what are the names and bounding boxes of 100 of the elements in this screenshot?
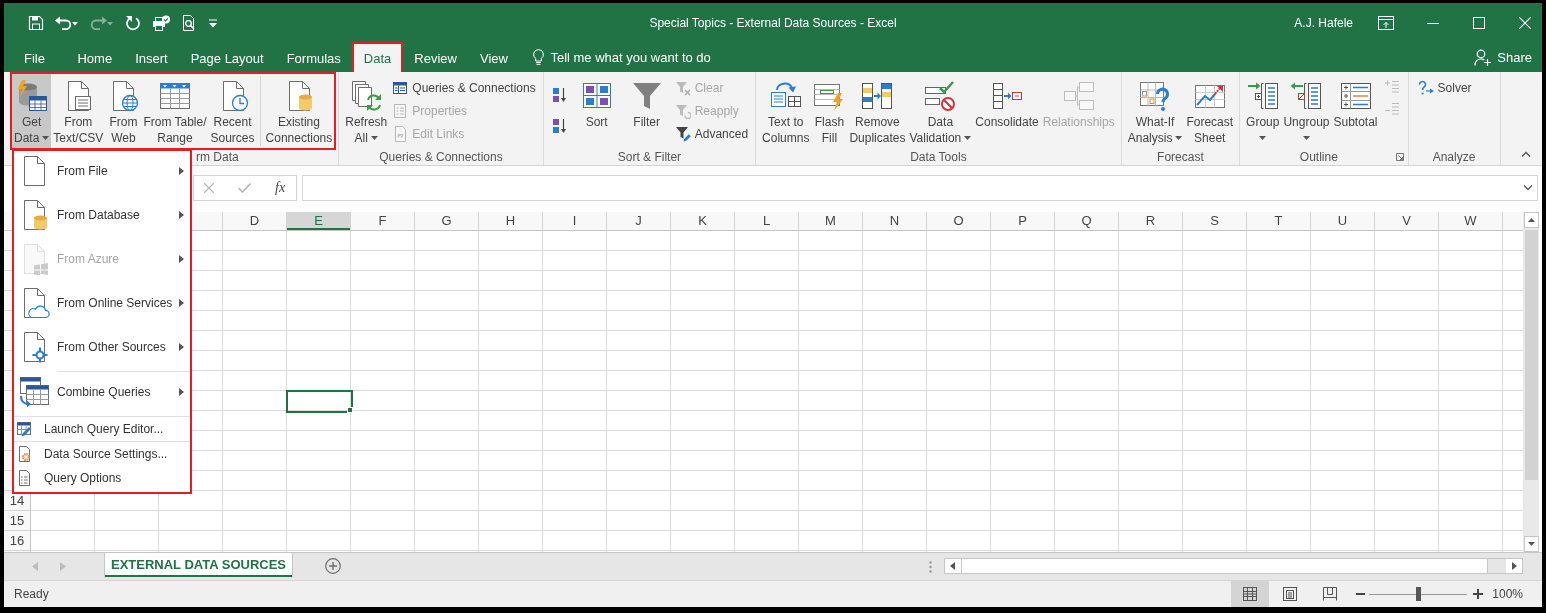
refresh-documents-icon (350, 80, 383, 112)
sort-ascending-icon[interactable] (551, 87, 568, 103)
group-label: Outline (1299, 150, 1338, 164)
column-header: O (927, 212, 991, 230)
ribbon-button[interactable]: Recent Sources (208, 74, 257, 148)
scrollbar-thumb[interactable] (1524, 230, 1538, 480)
menu-item[interactable]: Data Source Settings... (14, 442, 190, 466)
repeat-icon[interactable] (125, 14, 141, 31)
remove-duplicates-icon (861, 80, 894, 112)
zoom-slider-thumb[interactable] (1416, 587, 1422, 601)
column-header: T (1247, 212, 1311, 230)
reapply-filter-icon (674, 102, 691, 119)
save-icon[interactable] (28, 14, 44, 31)
column-header: W (1439, 212, 1503, 230)
scroll-right-icon[interactable] (1506, 559, 1522, 573)
menu-item[interactable]: Launch Query Editor... (14, 417, 190, 441)
printer-check-icon[interactable] (152, 14, 170, 31)
clear-filter-icon (674, 79, 691, 96)
ribbon-button[interactable]: Queries & Connections (389, 76, 539, 99)
ribbon-tab[interactable]: View (468, 42, 520, 72)
menu-item[interactable]: From Online Services (14, 283, 190, 327)
normal-view-icon[interactable] (1231, 581, 1270, 607)
database-table-icon (15, 80, 48, 112)
funnel-pencil-icon (674, 125, 691, 142)
ribbon-button[interactable]: Consolidate (973, 74, 1041, 148)
ribbon-button[interactable]: Solver (1412, 76, 1496, 99)
ribbon-tab[interactable]: Formulas (275, 42, 353, 72)
tell-me-search-field[interactable]: Tell me what you want to do (550, 49, 741, 65)
ribbon-button[interactable]: Existing Connections (263, 74, 335, 148)
ribbon-button[interactable]: Flash Fill (811, 74, 848, 148)
ribbon-button[interactable]: Remove Duplicates (847, 74, 908, 148)
ribbon-button[interactable]: Advanced (671, 122, 752, 145)
ribbon-tab[interactable]: Page Layout (179, 42, 276, 72)
question-grid-icon (1139, 80, 1172, 112)
ribbon-button[interactable]: Filter (621, 74, 672, 148)
column-header: J (607, 212, 671, 230)
group-label: Queries & Connections (379, 150, 503, 164)
scroll-down-icon[interactable] (1523, 536, 1539, 552)
ribbon-display-options-icon[interactable] (1378, 15, 1394, 30)
formula-input-field[interactable] (302, 175, 1538, 201)
ribbon-button[interactable]: Subtotal (1331, 74, 1380, 148)
group-label: Analyze (1432, 150, 1476, 164)
ribbon-button[interactable]: From Table/ Range (141, 74, 209, 148)
add-sheet-icon[interactable] (325, 558, 342, 574)
group-rows-icon (1246, 80, 1279, 112)
column-header: K (671, 212, 735, 230)
maximize-icon[interactable] (1473, 16, 1485, 29)
ribbon-tab[interactable]: Insert (123, 42, 180, 72)
dialog-launcher-icon[interactable] (1395, 153, 1404, 161)
ribbon-tab[interactable]: Data (352, 42, 403, 72)
menu-item[interactable]: From File (14, 151, 190, 195)
insert-function-button[interactable]: fx (273, 180, 288, 196)
close-icon[interactable] (1519, 16, 1531, 29)
ribbon-button[interactable]: From Text/CSV (51, 74, 106, 148)
column-header: Q (1055, 212, 1119, 230)
ribbon-tab[interactable]: Home (65, 42, 124, 72)
ribbon-button[interactable]: From Web (105, 74, 142, 148)
ribbon-button[interactable]: Text to Columns (760, 74, 812, 148)
status-text: Ready (14, 587, 49, 601)
zoom-in-icon[interactable] (1473, 589, 1484, 599)
panel-icon (392, 79, 409, 96)
ribbon-button[interactable]: Ungroup (1281, 74, 1332, 148)
ribbon-button[interactable]: Forecast Sheet (1184, 74, 1236, 148)
menu-item[interactable]: Combine Queries (14, 372, 190, 416)
subtotal-icon (1339, 80, 1372, 112)
scroll-left-icon[interactable] (945, 559, 961, 573)
print-preview-icon[interactable] (181, 14, 197, 31)
sheet-tab[interactable]: EXTERNAL DATA SOURCES (105, 553, 293, 577)
column-header: L (735, 212, 799, 230)
share-button[interactable]: Share (1472, 42, 1534, 72)
menu-item[interactable]: From Other Sources (14, 327, 190, 371)
ribbon-button[interactable]: Get Data (12, 74, 52, 148)
expand-chevron-icon[interactable] (1523, 185, 1533, 191)
group-label: Forecast (1157, 150, 1204, 164)
ribbon-button[interactable]: Group (1244, 74, 1282, 148)
consolidate-icon (991, 80, 1023, 112)
ribbon-tab[interactable]: File (10, 42, 66, 72)
undo-icon[interactable] (55, 14, 79, 31)
person-add-icon (1474, 48, 1492, 66)
funnel-icon (630, 80, 663, 112)
ribbon-button[interactable]: Refresh All (343, 74, 390, 148)
ribbon-button[interactable]: What-If Analysis (1125, 74, 1185, 148)
sort-descending-icon[interactable] (551, 118, 568, 134)
collapse-ribbon-icon[interactable] (1521, 151, 1531, 157)
user-name[interactable]: A.J. Hafele (1294, 15, 1353, 30)
split-handle-icon[interactable] (929, 561, 932, 573)
vertical-scrollbar[interactable] (1523, 212, 1539, 552)
scroll-up-icon[interactable] (1523, 212, 1539, 228)
zoom-level-text[interactable]: 100% (1492, 587, 1523, 601)
row-header: 15 (4, 511, 30, 531)
menu-item[interactable]: Query Options (14, 466, 190, 490)
column-header: U (1311, 212, 1375, 230)
ribbon-button[interactable]: Data Validation (907, 74, 974, 148)
horizontal-scrollbar[interactable] (944, 558, 1523, 574)
ribbon-button[interactable]: Sort (571, 74, 622, 148)
column-header: I (543, 212, 607, 230)
scrollbar-thumb[interactable] (961, 559, 1488, 573)
ribbon-tab[interactable]: Review (402, 42, 469, 72)
menu-item[interactable]: From Database (14, 195, 190, 239)
column-header: S (1183, 212, 1247, 230)
